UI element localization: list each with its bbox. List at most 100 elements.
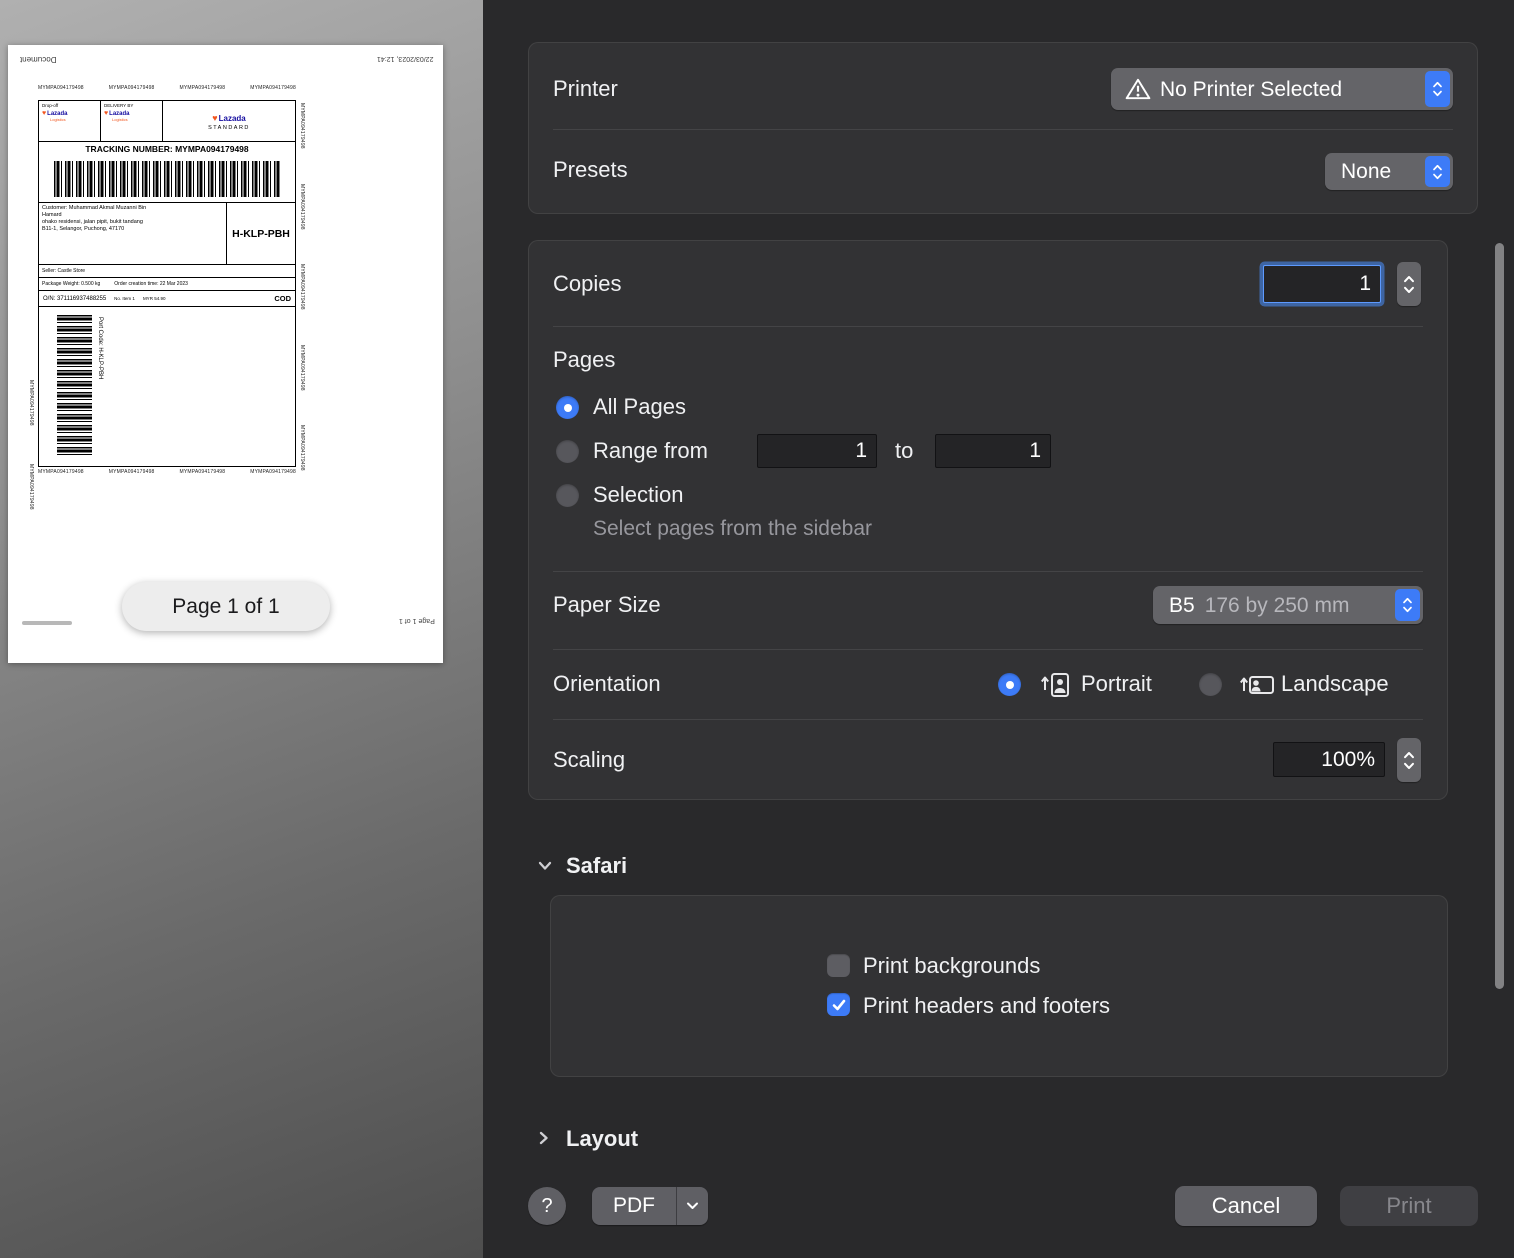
print-backgrounds-checkbox[interactable] [827, 954, 850, 977]
address-line: ohako residensi, jalan pipit, bukit tand… [42, 219, 223, 226]
paper-size-dropdown-stepper [1395, 589, 1420, 621]
port-code-text: Port Code: H-KLP-PBH [97, 317, 103, 379]
print-settings-pane: Printer No Printer Selected Presets None [483, 0, 1514, 1258]
paper-size-detail: 176 by 250 mm [1205, 595, 1350, 616]
print-headers-footers-label[interactable]: Print headers and footers [863, 992, 1110, 1020]
delivery-by-cell: DELIVERY BY ♥Lazada Logistics [101, 101, 163, 141]
layout-section-title[interactable]: Layout [566, 1125, 638, 1153]
presets-dropdown[interactable]: None [1325, 153, 1453, 190]
order-creation-time: Order creation time: 22 Mar 2023 [114, 281, 188, 287]
tracking-number-text: MYMPA094179498 [299, 425, 305, 471]
lazada-wordmark: Lazada [47, 111, 67, 117]
lazada-heart-icon: ♥ [104, 110, 108, 117]
tracking-number-text: MYMPA094179498 [109, 469, 155, 475]
cancel-button-label: Cancel [1212, 1193, 1280, 1219]
preview-page: Document 22/03/2023, 12:41 MYMPA09417949… [8, 45, 443, 663]
scaling-value: 100% [1321, 748, 1375, 772]
range-radio-label[interactable]: Range from [593, 437, 708, 465]
port-code-barcode [57, 315, 92, 457]
landscape-radio-label[interactable]: Landscape [1281, 670, 1389, 698]
tracking-repeat-column-left: MYMPA094179498 MYMPA094179498 [28, 380, 34, 510]
print-preview-pane: Document 22/03/2023, 12:41 MYMPA09417949… [0, 0, 483, 1258]
page-header-date: 22/03/2023, 12:41 [377, 55, 433, 62]
package-weight: Package Weight: 0.500 kg [42, 281, 100, 287]
customer-row: Customer: Muhammad Akmal Muzanni Bin Ham… [39, 202, 295, 264]
range-to-input[interactable]: 1 [935, 434, 1051, 468]
tracking-barcode [54, 161, 280, 197]
portrait-radio[interactable] [998, 673, 1021, 696]
divider [553, 649, 1423, 650]
orientation-label: Orientation [553, 670, 661, 698]
shipping-label: Drop-off ♥Lazada Logistics DELIVERY BY ♥… [38, 100, 296, 467]
range-radio[interactable] [556, 440, 579, 463]
delivery-by-label: DELIVERY BY [104, 103, 133, 108]
divider [553, 129, 1453, 130]
paper-size-dropdown[interactable]: B5 176 by 250 mm [1153, 586, 1423, 624]
landscape-radio[interactable] [1199, 673, 1222, 696]
tracking-number-text: MYMPA094179498 [299, 264, 305, 310]
range-from-input[interactable]: 1 [757, 434, 877, 468]
safari-section-title[interactable]: Safari [566, 852, 627, 880]
selection-radio-label[interactable]: Selection [593, 481, 684, 509]
copies-value: 1 [1359, 272, 1371, 296]
all-pages-radio-label[interactable]: All Pages [593, 393, 686, 421]
paper-size-value: B5 [1169, 595, 1195, 616]
tracking-number-text: MYMPA094179498 [28, 464, 34, 510]
customer-address-block: Customer: Muhammad Akmal Muzanni Bin Ham… [39, 203, 226, 264]
scaling-stepper[interactable] [1397, 738, 1421, 782]
print-headers-footers-checkbox[interactable] [827, 993, 850, 1016]
copies-stepper[interactable] [1397, 262, 1421, 306]
help-button[interactable]: ? [528, 1187, 566, 1225]
divider [553, 719, 1423, 720]
pdf-menu-chevron-icon[interactable] [676, 1187, 708, 1225]
page-footer-right-text: Page 1 of 1 [399, 617, 435, 624]
presets-dropdown-stepper [1425, 156, 1450, 187]
tracking-repeat-column-right: MYMPA094179498 MYMPA094179498 MYMPA09417… [299, 103, 305, 471]
item-number: No. Item 1 [114, 296, 135, 301]
copies-label: Copies [553, 270, 621, 298]
print-button[interactable]: Print [1340, 1186, 1478, 1226]
tracking-repeat-row-bottom: MYMPA094179498 MYMPA094179498 MYMPA09417… [38, 469, 296, 475]
address-line: B11-1, Selangor, Puchong, 47170 [42, 226, 223, 233]
help-button-label: ? [541, 1195, 552, 1218]
tracking-number-text: MYMPA094179498 [299, 345, 305, 391]
pdf-button[interactable]: PDF [592, 1187, 708, 1225]
printer-presets-group: Printer No Printer Selected Presets None [528, 42, 1478, 214]
selection-hint: Select pages from the sidebar [593, 515, 872, 543]
portrait-icon [1039, 671, 1073, 699]
presets-label: Presets [553, 156, 628, 184]
copies-input[interactable]: 1 [1263, 265, 1381, 303]
presets-dropdown-value: None [1341, 161, 1391, 182]
print-dialog-window: Document 22/03/2023, 12:41 MYMPA09417949… [0, 0, 1514, 1258]
port-code-row: Port Code: H-KLP-PBH [39, 306, 295, 466]
logistics-label: Logistics [112, 117, 128, 122]
portrait-radio-label[interactable]: Portrait [1081, 670, 1152, 698]
scaling-input[interactable]: 100% [1273, 742, 1385, 777]
order-row: O/N: 371116937488255 No. Item 1 MYR 54.9… [39, 290, 295, 306]
tracking-number-text: MYMPA094179498 [38, 469, 84, 475]
lazada-heart-icon: ♥ [212, 114, 217, 123]
page-indicator: Page 1 of 1 [122, 582, 330, 631]
lazada-heart-icon: ♥ [42, 110, 46, 117]
range-to-value: 1 [1029, 439, 1041, 463]
lazada-wordmark: Lazada [219, 114, 246, 123]
print-backgrounds-label[interactable]: Print backgrounds [863, 952, 1040, 980]
page-footer-left-text [22, 621, 72, 625]
cancel-button[interactable]: Cancel [1175, 1186, 1317, 1226]
printer-dropdown[interactable]: No Printer Selected [1111, 68, 1453, 110]
all-pages-radio[interactable] [556, 396, 579, 419]
safari-disclosure-chevron-icon[interactable] [537, 860, 553, 872]
layout-disclosure-chevron-icon[interactable] [538, 1130, 550, 1146]
hub-code: H-KLP-PBH [226, 203, 295, 264]
selection-radio[interactable] [556, 484, 579, 507]
dialog-scrollbar[interactable] [1495, 243, 1504, 989]
barcode-row [39, 156, 295, 202]
layout-section-row[interactable]: Layout [528, 1120, 948, 1157]
tracking-repeat-row-top: MYMPA094179498 MYMPA094179498 MYMPA09417… [38, 85, 296, 91]
tracking-number-text: MYMPA094179498 [250, 469, 296, 475]
dropoff-cell: Drop-off ♥Lazada Logistics [39, 101, 101, 141]
service-cell: ♥Lazada STANDARD [163, 101, 295, 141]
tracking-number-text: MYMPA094179498 [250, 85, 296, 91]
logistics-label: Logistics [50, 117, 66, 122]
scaling-label: Scaling [553, 746, 625, 774]
